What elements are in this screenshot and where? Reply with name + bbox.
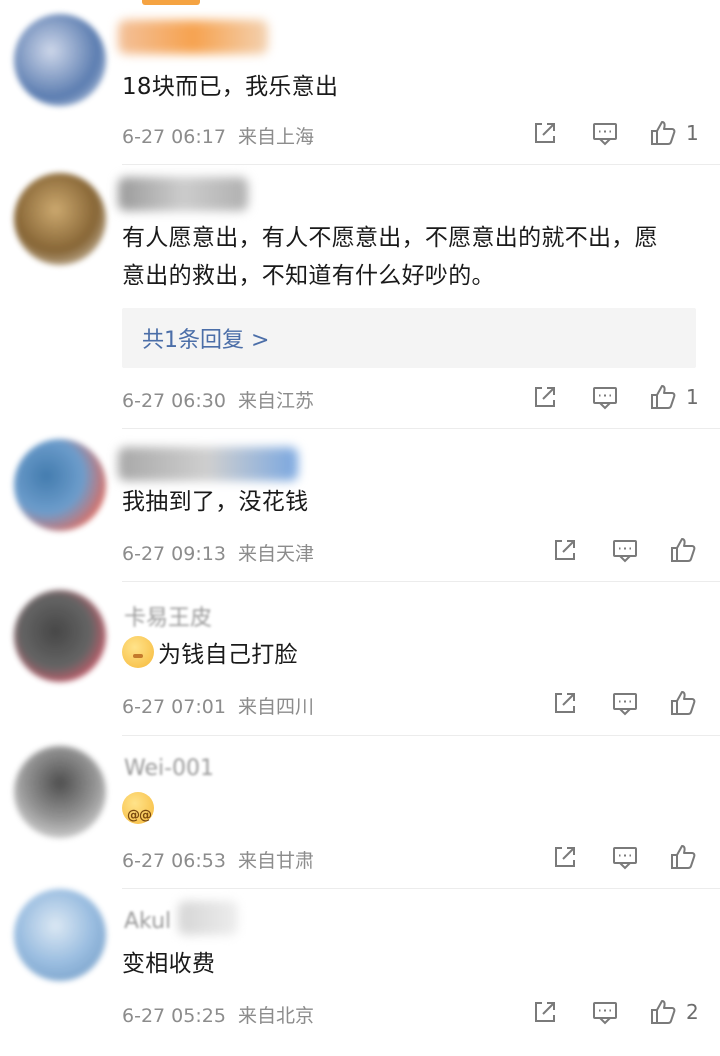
avatar[interactable]: [14, 889, 106, 981]
comment-meta: 6-27 06:17 来自上海: [122, 122, 314, 149]
like-count: 1: [686, 385, 699, 409]
username-blurred[interactable]: [118, 177, 248, 211]
comment-text-body: 为钱自己打脸: [158, 642, 298, 668]
comment-actions: 1: [520, 118, 720, 158]
comment-icon[interactable]: [610, 842, 642, 874]
comment-item-5: Wei-001 6-27 06:53 来自甘肃: [0, 736, 720, 888]
comment-location: 来自甘肃: [237, 850, 314, 872]
view-replies-link[interactable]: 共1条回复 >: [142, 322, 269, 354]
like-count: 1: [686, 121, 699, 145]
comment-meta: 6-27 05:25 来自北京: [122, 1001, 314, 1028]
like-icon[interactable]: [648, 382, 680, 414]
comment-text: 我抽到了，没花钱: [122, 489, 309, 515]
comment-text: 有人愿意出，有人不愿意出，不愿意出的就不出，愿意出的救出，不知道有什么好吵的。: [122, 225, 658, 289]
share-icon[interactable]: [550, 688, 582, 720]
comment-location: 来自北京: [237, 1005, 314, 1027]
comment-meta: 6-27 07:01 来自四川: [122, 692, 314, 719]
comment-item-3: 我抽到了，没花钱 6-27 09:13 来自天津: [0, 429, 720, 581]
like-icon[interactable]: [648, 118, 680, 150]
like-count: 2: [686, 1000, 699, 1024]
comment-meta: 6-27 06:30 来自江苏: [122, 386, 314, 413]
comment-text: [122, 792, 696, 835]
username[interactable]: 卡易王皮: [124, 600, 212, 632]
comment-actions: 1: [520, 382, 720, 422]
comment-location: 来自四川: [237, 696, 314, 718]
comment-location: 来自上海: [237, 126, 314, 148]
avatar[interactable]: [14, 590, 106, 682]
comment-date: 6-27 06:53: [122, 850, 226, 872]
comment-item-6: Akul 变相收费 6-27 05:25 来自北京 2: [0, 889, 720, 1041]
comment-actions: 2: [520, 997, 720, 1037]
like-icon[interactable]: [648, 997, 680, 1029]
username-blurred: [178, 901, 238, 935]
comment-text: 变相收费: [122, 951, 216, 977]
comment-icon[interactable]: [610, 535, 642, 567]
comment-item-2: 有人愿意出，有人不愿意出，不愿意出的就不出，愿意出的救出，不知道有什么好吵的。 …: [0, 165, 720, 428]
comment-date: 6-27 07:01: [122, 696, 226, 718]
username[interactable]: Wei-001: [124, 756, 214, 781]
like-icon[interactable]: [668, 688, 700, 720]
comment-icon[interactable]: [590, 382, 622, 414]
comment-item-4: 卡易王皮 为钱自己打脸 6-27 07:01 来自四川: [0, 582, 720, 735]
comment-date: 6-27 05:25: [122, 1005, 226, 1027]
comment-item-1: 18块而已，我乐意出 6-27 06:17 来自上海 1: [0, 0, 720, 165]
share-icon[interactable]: [530, 118, 562, 150]
avatar[interactable]: [14, 173, 106, 265]
comment-date: 6-27 09:13: [122, 543, 226, 565]
comment-text: 18块而已，我乐意出: [122, 74, 339, 100]
comment-actions: [540, 688, 720, 728]
comment-text: 为钱自己打脸: [122, 636, 696, 674]
like-icon[interactable]: [668, 535, 700, 567]
like-icon[interactable]: [668, 842, 700, 874]
avatar[interactable]: [14, 14, 106, 106]
share-icon[interactable]: [550, 535, 582, 567]
avatar[interactable]: [14, 746, 106, 838]
comment-date: 6-27 06:30: [122, 390, 226, 412]
comment-actions: [540, 535, 720, 575]
share-icon[interactable]: [530, 382, 562, 414]
share-icon[interactable]: [530, 997, 562, 1029]
username[interactable]: Akul: [124, 909, 171, 934]
username-blurred[interactable]: [118, 447, 298, 481]
comment-location: 来自江苏: [237, 390, 314, 412]
comment-meta: 6-27 06:53 来自甘肃: [122, 846, 314, 873]
comment-meta: 6-27 09:13 来自天津: [122, 539, 314, 566]
comment-actions: [540, 842, 720, 882]
reply-box[interactable]: 共1条回复 >: [122, 308, 696, 368]
comment-location: 来自天津: [237, 543, 314, 565]
username-blurred[interactable]: [118, 20, 268, 54]
comment-icon[interactable]: [590, 118, 622, 150]
comment-date: 6-27 06:17: [122, 126, 226, 148]
share-icon[interactable]: [550, 842, 582, 874]
dizzy-emoji-icon: [122, 792, 154, 835]
avatar[interactable]: [14, 439, 106, 531]
comment-icon[interactable]: [610, 688, 642, 720]
comment-icon[interactable]: [590, 997, 622, 1029]
shush-emoji-icon: [122, 636, 154, 668]
